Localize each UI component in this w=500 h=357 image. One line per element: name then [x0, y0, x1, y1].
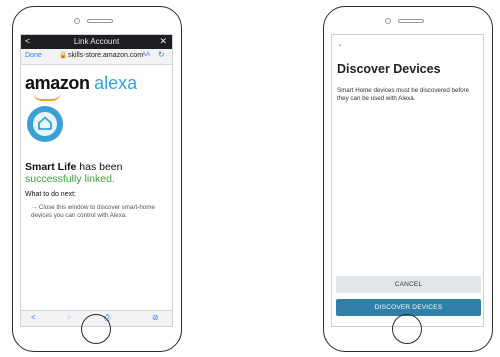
nav-title: Link Account — [73, 37, 120, 46]
right-phone: ⌄ Discover Devices Smart Home devices mu… — [323, 6, 493, 352]
camera — [74, 18, 80, 24]
alexa-wordmark: alexa — [94, 73, 138, 93]
chevron-down-icon[interactable]: ⌄ — [337, 40, 343, 48]
message-middle: has been — [76, 161, 123, 173]
success-status: successfully linked. — [25, 173, 115, 185]
description-text: Smart Home devices must be discovered be… — [337, 87, 470, 102]
compass-icon[interactable]: ⊘ — [152, 313, 159, 322]
home-button[interactable] — [392, 314, 422, 344]
next-steps-text: → Close this window to discover smart-ho… — [31, 204, 155, 219]
done-button[interactable]: Done — [25, 52, 42, 59]
amazon-wordmark: amazon — [25, 73, 90, 93]
url-text[interactable]: skills-store.amazon.com — [68, 52, 143, 59]
back-arrow-icon[interactable]: < — [31, 313, 36, 322]
camera — [385, 18, 391, 24]
left-phone: < Link Account ✕ Done 🔒 skills-store.ama… — [12, 6, 182, 352]
speaker — [398, 19, 424, 23]
text-size-button[interactable]: AA — [142, 52, 150, 58]
nav-bar: < Link Account ✕ — [21, 35, 172, 49]
next-steps-heading: What to do next: — [25, 191, 76, 198]
smart-life-app-icon — [27, 106, 63, 142]
amazon-alexa-logo: amazon alexa — [25, 73, 138, 101]
reload-icon[interactable]: ↻ — [158, 50, 165, 59]
success-message: Smart Life has been successfully linked. — [25, 161, 170, 185]
smile-arrow-icon — [33, 92, 61, 101]
link-account-screen: < Link Account ✕ Done 🔒 skills-store.ama… — [20, 34, 173, 327]
home-icon — [38, 116, 52, 130]
cancel-button[interactable]: CANCEL — [336, 276, 481, 293]
speaker — [87, 19, 113, 23]
page-title: Discover Devices — [337, 62, 441, 76]
app-name: Smart Life — [25, 161, 77, 173]
home-button[interactable] — [81, 314, 111, 344]
url-bar: Done 🔒 skills-store.amazon.com AA ↻ — [21, 49, 172, 65]
lock-icon: 🔒 — [59, 52, 68, 59]
close-icon[interactable]: ✕ — [159, 36, 167, 47]
discover-devices-screen: ⌄ Discover Devices Smart Home devices mu… — [331, 34, 484, 327]
forward-arrow-icon[interactable]: > — [67, 313, 72, 322]
